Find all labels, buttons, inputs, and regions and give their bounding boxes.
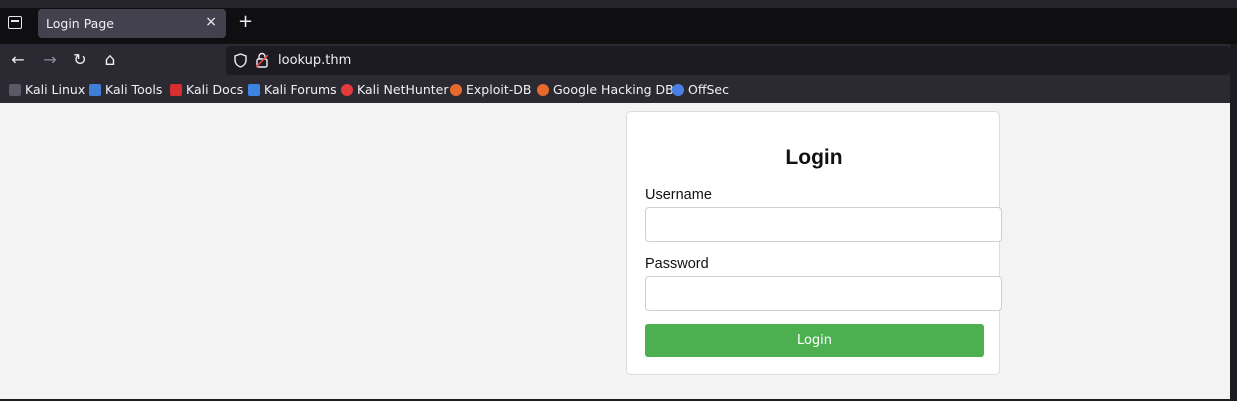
username-input[interactable] [645,207,1002,242]
shield-icon[interactable] [234,53,247,68]
tab-login-page[interactable]: Login Page × [38,9,226,38]
bookmark-kali-nethunter[interactable]: Kali NetHunter [341,82,448,97]
bookmark-exploit-db[interactable]: Exploit-DB [450,82,531,97]
password-input[interactable] [645,276,1002,311]
ghdb-icon [537,84,549,96]
browser-title-bar: Login Page × + [0,0,1237,44]
address-bar[interactable]: lookup.thm [226,46,1230,75]
url-text[interactable]: lookup.thm [278,53,351,68]
password-label: Password [645,256,709,272]
forward-arrow-icon[interactable]: → [40,50,60,70]
new-tab-icon[interactable]: + [238,13,253,31]
bookmark-label: Kali Docs [186,82,244,97]
tab-list-icon[interactable] [8,16,22,29]
bookmark-label: Kali NetHunter [357,82,449,97]
tab-title: Login Page [46,16,114,31]
bookmark-kali-forums[interactable]: Kali Forums [248,82,337,97]
bookmark-kali-linux[interactable]: Kali Linux [9,82,85,97]
exploit-db-icon [450,84,462,96]
bookmark-offsec[interactable]: OffSec [672,82,729,97]
login-button[interactable]: Login [645,324,984,357]
bookmark-label: Kali Forums [264,82,337,97]
bookmark-label: Google Hacking DB [553,82,674,97]
bookmark-label: OffSec [688,82,729,97]
bookmark-kali-tools[interactable]: Kali Tools [89,82,162,97]
kali-forums-icon [248,84,260,96]
kali-nethunter-icon [341,84,353,96]
back-arrow-icon[interactable]: ← [8,50,28,70]
kali-tools-icon [89,84,101,96]
bookmark-label: Exploit-DB [466,82,532,97]
offsec-icon [672,84,684,96]
home-icon[interactable]: ⌂ [100,50,120,70]
username-label: Username [645,187,712,203]
window-top-strip [0,0,1237,8]
bookmark-google-hacking-db[interactable]: Google Hacking DB [537,82,674,97]
insecure-lock-icon[interactable] [256,52,268,68]
page-content: Login Username Password Login [0,103,1230,399]
bookmark-label: Kali Tools [105,82,163,97]
kali-docs-icon [170,84,182,96]
kali-dragon-icon [9,84,21,96]
login-card: Login Username Password Login [626,111,1002,375]
bookmarks-toolbar: Kali Linux Kali Tools Kali Docs Kali For… [0,77,1230,103]
bookmark-kali-docs[interactable]: Kali Docs [170,82,243,97]
reload-icon[interactable]: ↻ [70,50,90,70]
tab-close-icon[interactable]: × [205,14,217,30]
bookmark-label: Kali Linux [25,82,86,97]
window-right-edge [1230,44,1237,401]
login-heading: Login [785,146,843,169]
